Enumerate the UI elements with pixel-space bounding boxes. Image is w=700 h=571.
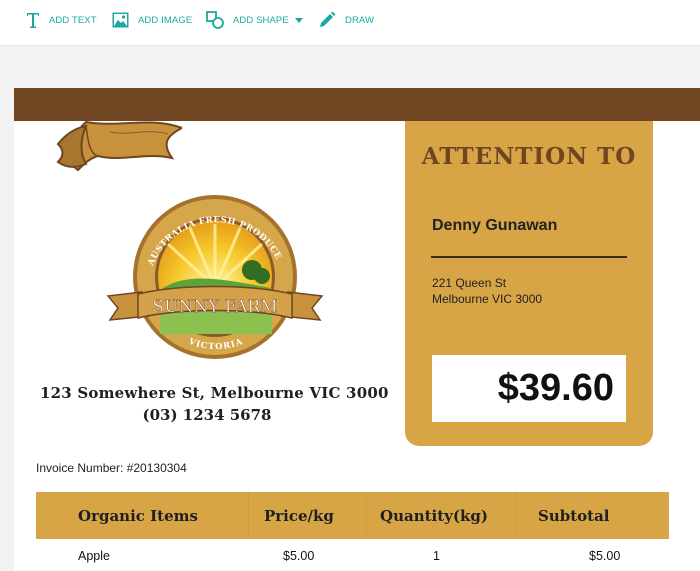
table-cell-quantity: 1: [433, 549, 440, 563]
caret-down-icon[interactable]: [294, 17, 303, 23]
image-icon: [112, 12, 129, 28]
scroll-ribbon-icon: [56, 120, 182, 172]
recipient-name: Denny Gunawan: [432, 217, 558, 234]
column-header-items: Organic Items: [78, 507, 198, 525]
shape-icon: [206, 11, 224, 29]
editor-canvas: SUNNY FARM AUSTRALIA FRESH PRODUCE VICTO…: [0, 47, 700, 571]
column-header-price: Price/kg: [264, 507, 334, 525]
company-phone: (03) 1234 5678: [142, 406, 272, 424]
attention-title: ATTENTION TO: [421, 143, 637, 170]
divider: [431, 256, 627, 258]
invoice-number: Invoice Number: #20130304: [36, 461, 187, 475]
column-divider: [516, 492, 517, 539]
sunny-farm-logo: SUNNY FARM AUSTRALIA FRESH PRODUCE VICTO…: [106, 195, 324, 359]
attention-panel[interactable]: ATTENTION TO Denny Gunawan 221 Queen St …: [405, 121, 653, 446]
column-header-subtotal: Subtotal: [538, 507, 610, 525]
add-image-label: ADD IMAGE: [138, 14, 193, 26]
draw-label: DRAW: [345, 14, 375, 26]
add-shape-label: ADD SHAPE: [233, 14, 289, 26]
total-amount: $39.60: [497, 367, 614, 409]
invoice-page: SUNNY FARM AUSTRALIA FRESH PRODUCE VICTO…: [14, 88, 700, 571]
add-shape-button[interactable]: ADD SHAPE: [206, 9, 303, 31]
draw-button[interactable]: DRAW: [318, 9, 374, 31]
column-header-quantity: Quantity(kg): [380, 507, 488, 525]
add-text-button[interactable]: ADD TEXT: [26, 9, 97, 31]
table-header: Organic Items Price/kg Quantity(kg) Subt…: [36, 492, 669, 539]
add-text-label: ADD TEXT: [49, 14, 97, 26]
logo-banner-text: SUNNY FARM: [152, 297, 277, 317]
text-icon: [26, 11, 40, 29]
table-cell-price: $5.00: [283, 549, 315, 563]
recipient-address-line1: 221 Queen St: [432, 276, 507, 290]
pencil-icon: [318, 11, 336, 29]
column-divider: [366, 492, 367, 539]
column-divider: [248, 492, 249, 539]
table-cell-item: Apple: [78, 549, 110, 563]
table-cell-subtotal: $5.00: [589, 549, 621, 563]
company-address: 123 Somewhere St, Melbourne VIC 3000: [40, 384, 389, 402]
total-box: $39.60: [432, 355, 626, 422]
editor-toolbar: ADD TEXT ADD IMAGE ADD SHAPE DRAW: [0, 0, 700, 46]
recipient-address-line2: Melbourne VIC 3000: [432, 292, 543, 306]
add-image-button[interactable]: ADD IMAGE: [112, 9, 192, 31]
